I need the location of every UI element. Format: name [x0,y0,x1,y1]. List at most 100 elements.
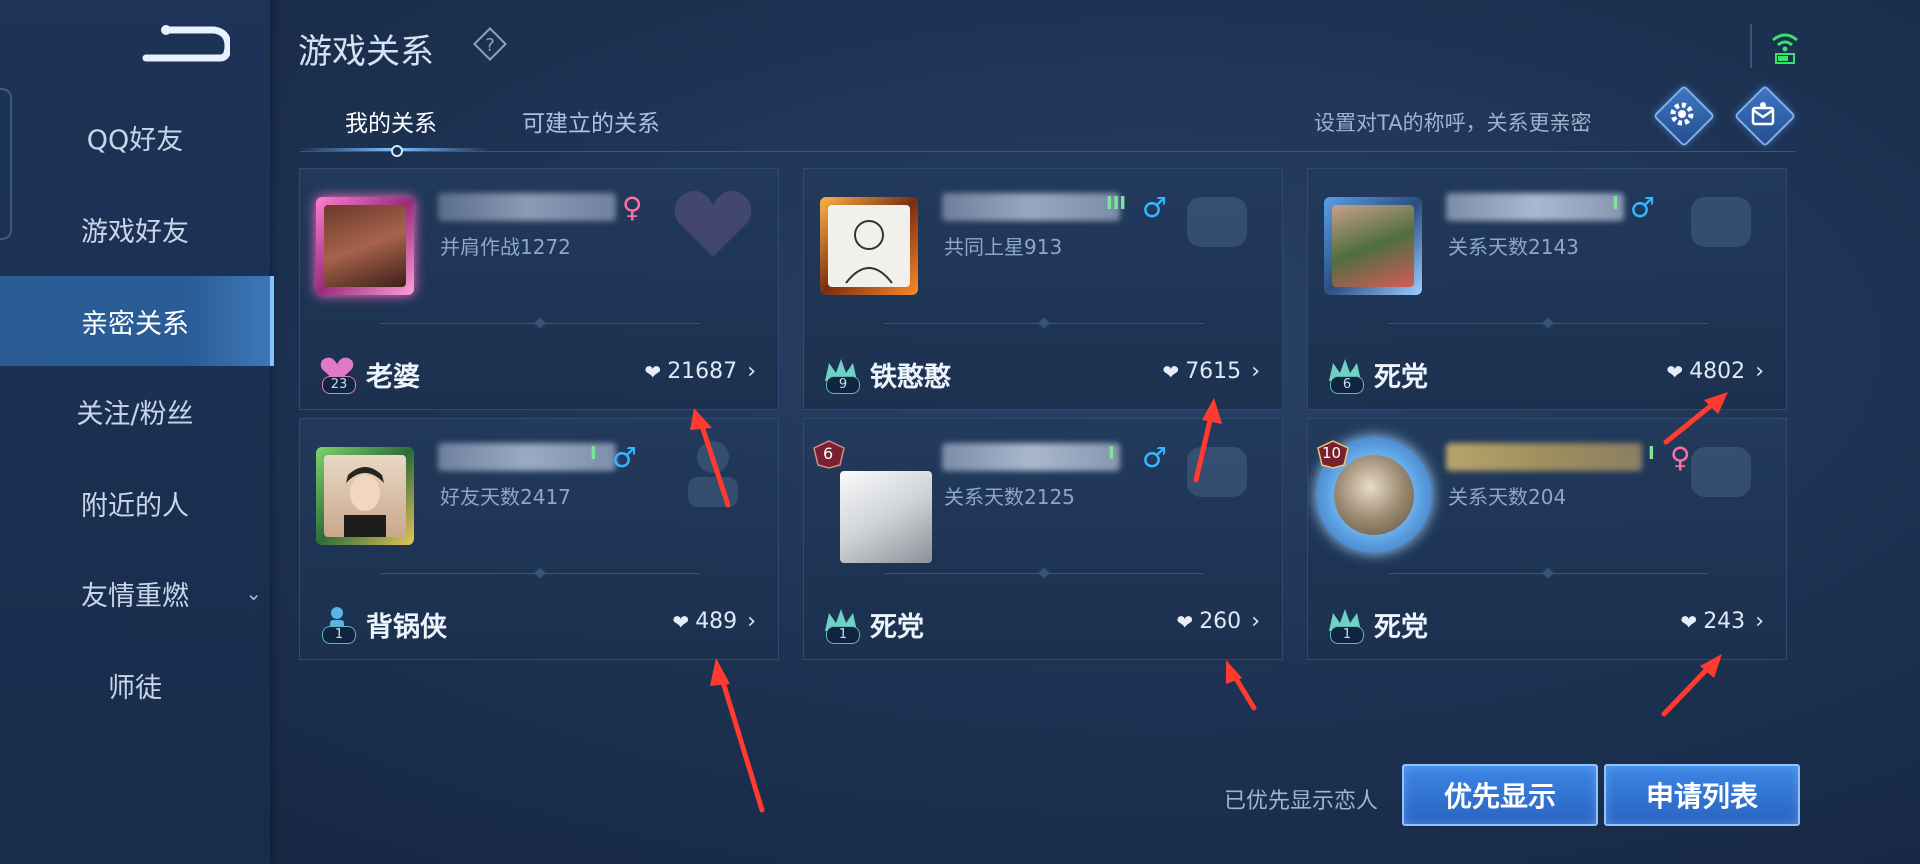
female-gender-icon: ♀ [622,191,643,224]
avatar-frame[interactable] [316,197,414,295]
relation-level: 9 [826,376,860,394]
relation-card[interactable]: III ♂ 共同上星913 9 铁憨憨 ❤ 7615 › [803,168,1283,410]
relation-card[interactable]: 10 I ♀ 关系天数204 1 死党 ❤ 243 › [1307,418,1787,660]
relation-name: 背锅侠 [366,612,447,643]
request-list-button[interactable]: 申请列表 [1604,764,1800,826]
sidebar-item-label: QQ好友 [86,124,184,156]
tab-my-relations[interactable]: 我的关系 [345,104,437,138]
annotation-arrow-head [710,658,730,686]
sidebar-item-qq-friends[interactable]: QQ好友 [0,92,270,182]
fist-emblem-icon [1691,197,1751,247]
sidebar-item-game-friends[interactable]: 游戏好友 [0,184,270,274]
chevron-right-icon: › [1755,609,1764,634]
mailbox-button[interactable] [1733,84,1797,148]
sketch-portrait-icon [845,220,893,284]
relation-stat: 关系天数2143 [1448,235,1579,259]
sidebar-item-label: 附近的人 [81,490,189,522]
status-text: 已优先显示恋人 [1224,789,1379,814]
annotation-arrow [1661,661,1715,717]
header-separator [1750,24,1752,68]
rank-badge: I [590,443,597,464]
sidebar-item-friendship-rekindle[interactable]: 友情重燃 ⌄ [0,548,270,638]
card-divider-ornament [1542,567,1554,579]
card-divider-ornament [1038,317,1050,329]
card-divider-ornament [1038,567,1050,579]
settings-button[interactable] [1652,84,1716,148]
relation-card[interactable]: I ♂ 好友天数2417 1 背锅侠 ❤ 489 › [299,418,779,660]
relation-stat: 好友天数2417 [440,485,571,509]
relation-level: 6 [1330,376,1364,394]
annotation-arrow [1229,669,1257,711]
card-divider-ornament [1542,317,1554,329]
heart-icon: ❤ [1666,359,1684,384]
heart-icon: ❤ [1162,359,1180,384]
sidebar-item-label: 关注/粉丝 [76,398,194,430]
relation-level: 1 [1330,626,1364,644]
cartoon-portrait-icon [344,467,386,537]
sidebar-item-intimate-relations[interactable]: 亲密关系 [0,276,274,366]
sidebar-item-nearby[interactable]: 附近的人 [0,458,270,548]
chevron-right-icon: › [1251,609,1260,634]
relation-stat: 关系天数204 [1448,485,1567,509]
heart-icon: ❤ [1680,609,1698,634]
sidebar-item-mentorship[interactable]: 师徒 [0,640,270,730]
heart-icon: ❤ [672,609,690,634]
intimacy-value[interactable]: ❤ 4802 › [1666,359,1764,384]
heart-icon: ❤ [1176,609,1194,634]
player-name-blurred [438,193,616,221]
relation-hint-text: 设置对TA的称呼，关系更亲密 [1314,111,1592,135]
relation-name: 铁憨憨 [870,362,951,393]
chevron-right-icon: › [1755,359,1764,384]
intimacy-number: 4802 [1689,359,1746,384]
relation-card[interactable]: 6 I ♂ 关系天数2125 1 死党 ❤ 260 › [803,418,1283,660]
avatar-level: 10 [1322,444,1342,462]
avatar [1332,205,1414,287]
avatar [840,471,932,563]
intimacy-value[interactable]: ❤ 7615 › [1162,359,1260,384]
intimacy-value[interactable]: ❤ 260 › [1176,609,1260,634]
intimacy-number: 7615 [1185,359,1242,384]
sidebar-item-follow-fans[interactable]: 关注/粉丝 [0,366,270,456]
relation-stat: 并肩作战1272 [440,235,571,259]
rank-badge: III [1106,193,1127,214]
intimacy-number: 260 [1199,609,1242,634]
avatar-frame[interactable] [1324,197,1422,295]
male-gender-icon: ♂ [1142,191,1168,224]
intimacy-value[interactable]: ❤ 489 › [672,609,756,634]
card-divider-ornament [534,567,546,579]
fist-emblem-icon [1187,197,1247,247]
intimacy-value[interactable]: ❤ 243 › [1680,609,1764,634]
question-diamond-icon[interactable]: ? [472,26,508,62]
avatar-frame[interactable] [316,447,414,545]
rank-badge: I [1108,443,1115,464]
relation-card[interactable]: I ♂ 关系天数2143 6 死党 ❤ 4802 › [1307,168,1787,410]
relation-stat: 共同上星913 [944,235,1063,259]
card-divider-ornament [534,317,546,329]
avatar [828,205,910,287]
sidebar-item-label: 亲密关系 [81,308,189,340]
avatar-frame[interactable] [820,197,918,295]
intimacy-number: 243 [1703,609,1746,634]
sidebar: QQ好友 游戏好友 亲密关系 关注/粉丝 附近的人 友情重燃 ⌄ 师徒 [0,0,274,864]
male-gender-icon: ♂ [1630,191,1656,224]
priority-display-button[interactable]: 优先显示 [1402,764,1598,826]
intimacy-value[interactable]: ❤ 21687 › [644,359,756,384]
player-name-blurred [1446,443,1642,471]
relation-card[interactable]: ♀ 并肩作战1272 23 老婆 ❤ 21687 › [299,168,779,410]
avatar [324,205,406,287]
relation-level: 1 [826,626,860,644]
tab-available-relations[interactable]: 可建立的关系 [522,104,660,138]
back-arrow-icon[interactable] [140,22,230,66]
avatar [324,455,406,537]
rank-badge: I [1612,193,1619,214]
gear-icon [1670,102,1694,126]
sidebar-item-label: 游戏好友 [81,216,189,248]
avatar-level: 6 [823,444,834,463]
male-gender-icon: ♂ [1142,441,1168,474]
svg-text:?: ? [485,35,495,56]
relation-level: 1 [322,626,356,644]
relation-name: 死党 [1374,612,1428,643]
sidebar-item-label: 师徒 [108,672,162,704]
chevron-right-icon: › [747,359,756,384]
intimacy-number: 489 [695,609,738,634]
